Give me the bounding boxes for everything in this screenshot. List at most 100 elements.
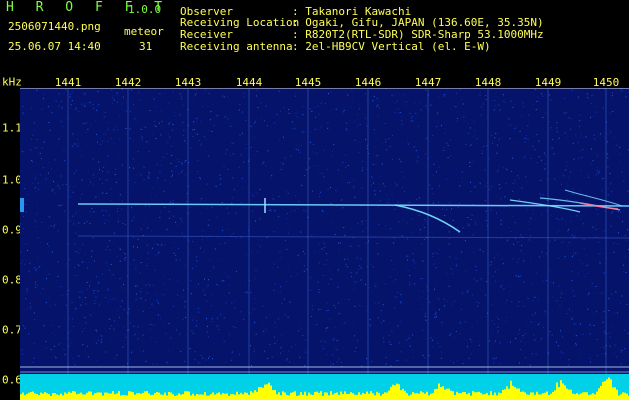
- noise-dot: [525, 137, 527, 139]
- noise-dot: [398, 112, 400, 114]
- noise-dot: [545, 279, 547, 281]
- level-bar: [586, 392, 588, 400]
- noise-dot: [471, 144, 473, 146]
- noise-dot: [472, 294, 474, 296]
- noise-dot: [578, 125, 580, 127]
- noise-dot: [387, 199, 389, 201]
- noise-dot: [192, 298, 194, 300]
- noise-dot: [464, 321, 466, 323]
- noise-dot: [526, 138, 528, 140]
- noise-dot: [542, 117, 544, 118]
- noise-dot: [567, 185, 569, 187]
- noise-dot: [119, 260, 121, 262]
- noise-dot: [429, 301, 430, 303]
- noise-dot: [23, 216, 24, 218]
- level-bar: [434, 389, 436, 400]
- level-bar: [262, 387, 264, 400]
- noise-dot: [107, 128, 109, 130]
- level-bar: [220, 394, 222, 400]
- noise-dot: [150, 329, 152, 331]
- noise-dot: [274, 336, 275, 338]
- level-bar: [146, 391, 148, 400]
- noise-dot: [278, 317, 280, 318]
- noise-dot: [287, 357, 288, 359]
- noise-dot: [226, 207, 228, 209]
- level-bar: [554, 390, 556, 400]
- noise-dot: [117, 208, 119, 210]
- noise-dot: [34, 343, 35, 344]
- noise-dot: [470, 181, 471, 183]
- level-bar: [128, 391, 130, 400]
- noise-dot: [42, 97, 44, 99]
- noise-dot: [231, 302, 233, 304]
- noise-dot: [157, 302, 159, 304]
- noise-dot: [337, 302, 339, 304]
- noise-dot: [538, 156, 540, 158]
- noise-dot: [602, 321, 604, 323]
- level-bar: [302, 394, 304, 400]
- noise-dot: [181, 95, 182, 97]
- noise-dot: [583, 215, 585, 217]
- noise-dot: [301, 134, 303, 136]
- noise-dot: [320, 102, 322, 104]
- noise-dot: [437, 342, 439, 344]
- noise-dot: [30, 149, 32, 151]
- noise-dot: [98, 150, 100, 152]
- noise-dot: [417, 225, 419, 227]
- noise-dot: [198, 362, 199, 364]
- noise-dot: [134, 106, 136, 108]
- noise-dot: [233, 188, 235, 190]
- noise-dot: [193, 122, 195, 124]
- noise-dot: [417, 156, 419, 158]
- noise-dot: [198, 173, 200, 175]
- noise-dot: [208, 356, 210, 358]
- noise-dot: [495, 280, 497, 282]
- noise-dot: [113, 142, 115, 144]
- noise-dot: [572, 317, 574, 319]
- level-bar: [436, 388, 438, 400]
- noise-dot: [155, 126, 157, 127]
- noise-dot: [81, 103, 83, 105]
- noise-dot: [611, 212, 613, 214]
- noise-dot: [323, 340, 325, 341]
- noise-dot: [389, 146, 391, 147]
- noise-dot: [366, 310, 368, 312]
- noise-dot: [457, 227, 458, 228]
- noise-dot: [292, 128, 294, 130]
- noise-dot: [98, 282, 100, 284]
- noise-dot: [143, 224, 145, 226]
- level-bar: [226, 393, 228, 400]
- noise-dot: [543, 326, 545, 328]
- noise-dot: [113, 274, 115, 276]
- noise-dot: [34, 187, 36, 189]
- noise-dot: [174, 242, 176, 243]
- noise-dot: [58, 343, 60, 345]
- noise-dot: [190, 293, 192, 295]
- noise-dot: [588, 177, 590, 178]
- noise-dot: [297, 181, 299, 183]
- noise-dot: [251, 130, 253, 132]
- noise-dot: [587, 272, 589, 274]
- noise-dot: [473, 351, 475, 353]
- noise-dot: [566, 313, 568, 315]
- noise-dot: [75, 108, 77, 110]
- noise-dot: [346, 129, 348, 131]
- noise-dot: [30, 306, 32, 308]
- noise-dot: [475, 220, 477, 222]
- frequency-tick-label: 1.1: [2, 121, 22, 135]
- noise-dot: [289, 225, 291, 227]
- noise-dot: [337, 286, 339, 288]
- noise-dot: [437, 201, 439, 203]
- level-bar: [602, 381, 604, 400]
- frequency-axis: kHz 1.1 1.0 0.9 0.8 0.7 0.6: [0, 70, 22, 400]
- noise-dot: [556, 252, 558, 254]
- noise-dot: [396, 100, 398, 102]
- noise-dot: [423, 227, 425, 228]
- noise-dot: [70, 104, 72, 106]
- noise-dot: [515, 339, 517, 341]
- noise-dot: [317, 105, 319, 107]
- level-bar: [176, 395, 178, 400]
- noise-dot: [205, 359, 207, 361]
- noise-dot: [422, 260, 424, 262]
- noise-dot: [152, 133, 154, 135]
